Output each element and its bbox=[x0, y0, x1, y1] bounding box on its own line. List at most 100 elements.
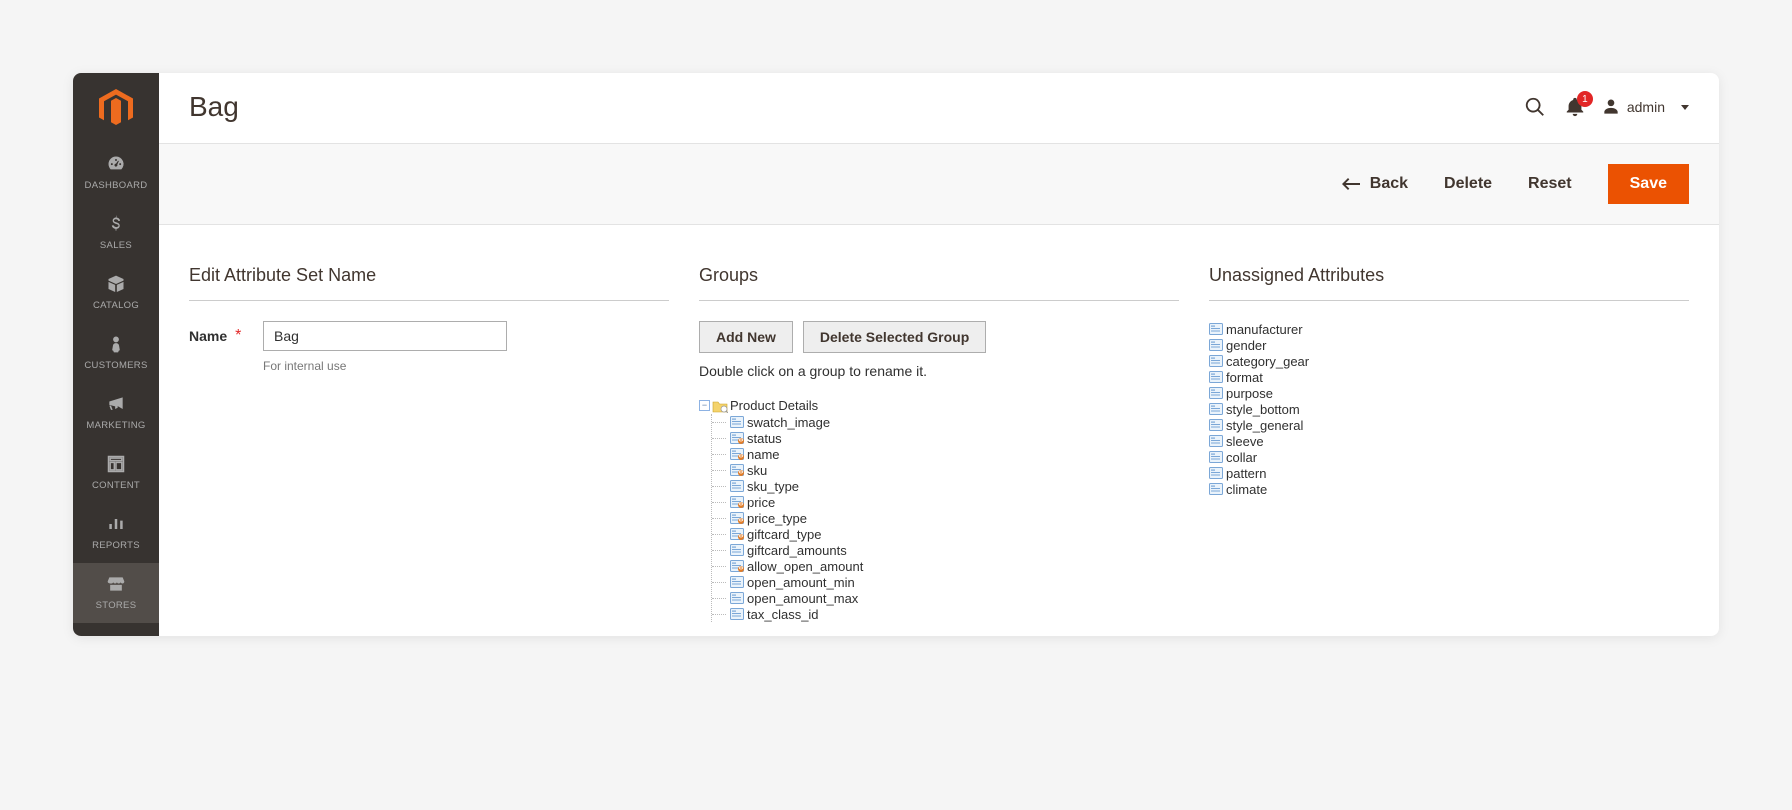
nav-label: REPORTS bbox=[92, 540, 140, 551]
name-input[interactable] bbox=[263, 321, 507, 351]
search-icon[interactable] bbox=[1515, 87, 1555, 127]
nav-label: SALES bbox=[100, 240, 132, 251]
unassigned-attribute-item[interactable]: style_general bbox=[1209, 417, 1689, 433]
attribute-item[interactable]: status bbox=[730, 430, 1179, 446]
group-name: Product Details bbox=[730, 398, 818, 413]
group-children: swatch_imagestatusnameskusku_typepricepr… bbox=[711, 414, 1179, 622]
save-button[interactable]: Save bbox=[1608, 164, 1689, 204]
attribute-name: sleeve bbox=[1226, 434, 1264, 449]
nav-catalog[interactable]: CATALOG bbox=[73, 263, 159, 323]
attribute-item[interactable]: price bbox=[730, 494, 1179, 510]
nav-reports[interactable]: REPORTS bbox=[73, 503, 159, 563]
attribute-icon bbox=[730, 528, 744, 540]
store-icon bbox=[105, 573, 127, 595]
nav-marketing[interactable]: MARKETING bbox=[73, 383, 159, 443]
tree-group[interactable]: − Product Details bbox=[699, 397, 1179, 414]
attribute-icon bbox=[1209, 467, 1223, 479]
page-title: Bag bbox=[189, 91, 239, 123]
name-field-row: Name * For internal use bbox=[189, 321, 669, 373]
attribute-item[interactable]: open_amount_min bbox=[730, 574, 1179, 590]
add-new-group-button[interactable]: Add New bbox=[699, 321, 793, 353]
attribute-item[interactable]: sku_type bbox=[730, 478, 1179, 494]
attribute-item[interactable]: sku bbox=[730, 462, 1179, 478]
unassigned-attribute-item[interactable]: gender bbox=[1209, 337, 1689, 353]
unassigned-attribute-item[interactable]: collar bbox=[1209, 449, 1689, 465]
attribute-item[interactable]: open_amount_max bbox=[730, 590, 1179, 606]
attribute-name: price bbox=[747, 495, 775, 510]
attribute-item[interactable]: name bbox=[730, 446, 1179, 462]
name-label: Name bbox=[189, 328, 227, 344]
gauge-icon bbox=[105, 153, 127, 175]
sidebar: DASHBOARD SALES CATALOG CUSTOMERS MARKET… bbox=[73, 73, 159, 636]
magento-logo[interactable] bbox=[73, 73, 159, 143]
delete-group-button[interactable]: Delete Selected Group bbox=[803, 321, 986, 353]
attribute-name: giftcard_amounts bbox=[747, 543, 847, 558]
user-menu[interactable]: admin bbox=[1601, 97, 1689, 117]
attribute-icon bbox=[730, 480, 744, 492]
unassigned-attribute-item[interactable]: style_bottom bbox=[1209, 401, 1689, 417]
attribute-icon bbox=[1209, 387, 1223, 399]
attribute-name: manufacturer bbox=[1226, 322, 1303, 337]
unassigned-attribute-item[interactable]: sleeve bbox=[1209, 433, 1689, 449]
attribute-item[interactable]: swatch_image bbox=[730, 414, 1179, 430]
attribute-item[interactable]: price_type bbox=[730, 510, 1179, 526]
attribute-icon bbox=[730, 560, 744, 572]
nav-stores[interactable]: STORES bbox=[73, 563, 159, 623]
nav-label: CATALOG bbox=[93, 300, 139, 311]
attribute-name: tax_class_id bbox=[747, 607, 819, 622]
main: Bag 1 admin Back Delete Reset Save bbox=[159, 73, 1719, 636]
attribute-item[interactable]: giftcard_type bbox=[730, 526, 1179, 542]
nav-label: DASHBOARD bbox=[85, 180, 148, 191]
nav-sales[interactable]: SALES bbox=[73, 203, 159, 263]
attribute-icon bbox=[730, 464, 744, 476]
unassigned-attribute-item[interactable]: manufacturer bbox=[1209, 321, 1689, 337]
attribute-icon bbox=[730, 416, 744, 428]
groups-column: Groups Add New Delete Selected Group Dou… bbox=[699, 265, 1179, 636]
attribute-name: style_bottom bbox=[1226, 402, 1300, 417]
attribute-icon bbox=[1209, 483, 1223, 495]
attribute-icon bbox=[730, 544, 744, 556]
unassigned-attribute-item[interactable]: pattern bbox=[1209, 465, 1689, 481]
attribute-item[interactable]: giftcard_amounts bbox=[730, 542, 1179, 558]
attribute-icon bbox=[1209, 339, 1223, 351]
unassigned-attribute-item[interactable]: category_gear bbox=[1209, 353, 1689, 369]
nav-label: STORES bbox=[96, 600, 137, 611]
unassigned-attribute-item[interactable]: climate bbox=[1209, 481, 1689, 497]
back-button[interactable]: Back bbox=[1342, 175, 1408, 193]
dollar-icon bbox=[105, 213, 127, 235]
edit-column: Edit Attribute Set Name Name * For inter… bbox=[189, 265, 669, 636]
unassigned-section-title: Unassigned Attributes bbox=[1209, 265, 1689, 301]
attribute-item[interactable]: tax_class_id bbox=[730, 606, 1179, 622]
layout-icon bbox=[105, 453, 127, 475]
attribute-icon bbox=[1209, 435, 1223, 447]
attribute-name: status bbox=[747, 431, 782, 446]
unassigned-list: manufacturergendercategory_gearformatpur… bbox=[1209, 321, 1689, 497]
nav-customers[interactable]: CUSTOMERS bbox=[73, 323, 159, 383]
unassigned-attribute-item[interactable]: format bbox=[1209, 369, 1689, 385]
attribute-name: pattern bbox=[1226, 466, 1266, 481]
attribute-icon bbox=[1209, 419, 1223, 431]
attribute-name: category_gear bbox=[1226, 354, 1309, 369]
reset-button[interactable]: Reset bbox=[1528, 175, 1572, 193]
attribute-name: giftcard_type bbox=[747, 527, 821, 542]
attribute-name: collar bbox=[1226, 450, 1257, 465]
attribute-name: allow_open_amount bbox=[747, 559, 863, 574]
notifications-icon[interactable]: 1 bbox=[1555, 87, 1595, 127]
edit-section-title: Edit Attribute Set Name bbox=[189, 265, 669, 301]
bar-chart-icon bbox=[105, 513, 127, 535]
content: Edit Attribute Set Name Name * For inter… bbox=[159, 225, 1719, 636]
nav-label: CUSTOMERS bbox=[84, 360, 147, 371]
arrow-left-icon bbox=[1342, 177, 1360, 191]
attribute-name: gender bbox=[1226, 338, 1266, 353]
attribute-name: sku bbox=[747, 463, 767, 478]
collapse-icon[interactable]: − bbox=[699, 400, 710, 411]
attribute-icon bbox=[1209, 403, 1223, 415]
user-name: admin bbox=[1627, 99, 1665, 115]
nav-dashboard[interactable]: DASHBOARD bbox=[73, 143, 159, 203]
attribute-icon bbox=[1209, 371, 1223, 383]
attribute-item[interactable]: allow_open_amount bbox=[730, 558, 1179, 574]
delete-button[interactable]: Delete bbox=[1444, 175, 1492, 193]
nav-content[interactable]: CONTENT bbox=[73, 443, 159, 503]
attribute-icon bbox=[730, 512, 744, 524]
unassigned-attribute-item[interactable]: purpose bbox=[1209, 385, 1689, 401]
